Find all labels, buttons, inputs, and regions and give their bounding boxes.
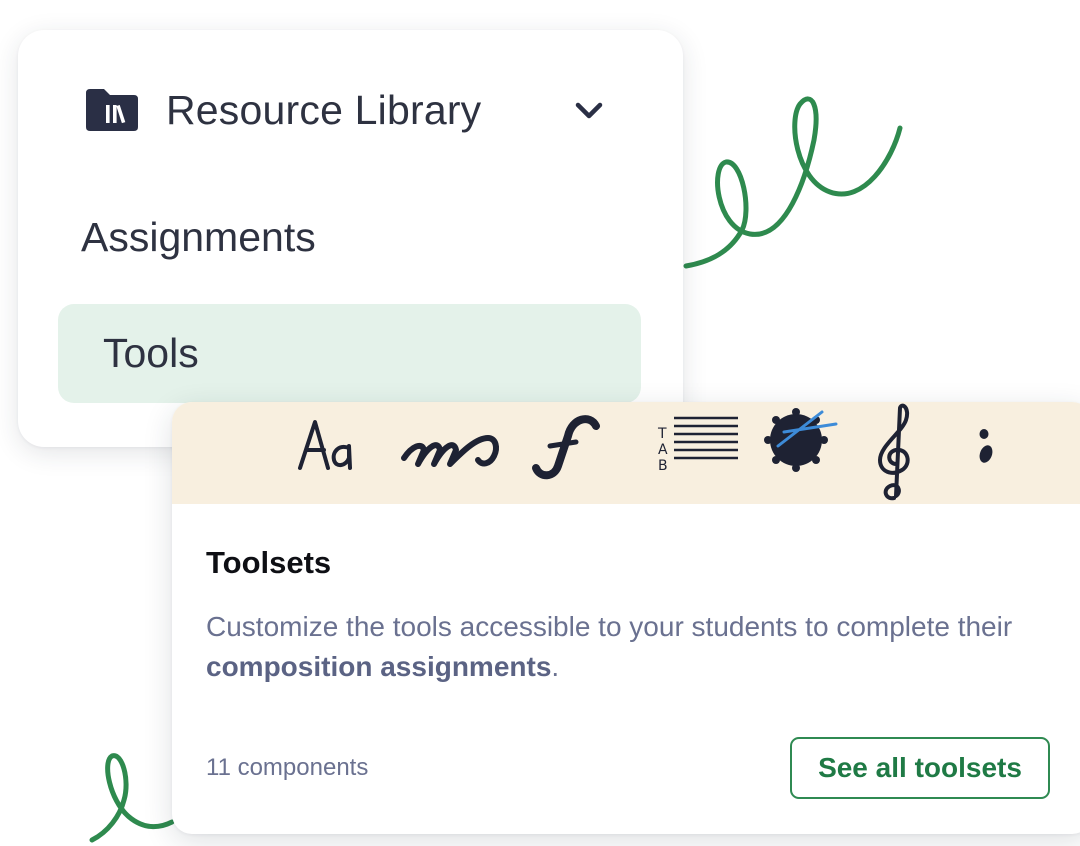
resource-library-label: Resource Library [166, 86, 482, 133]
text-aa-icon [298, 420, 352, 470]
nav-item-assignments[interactable]: Assignments [81, 214, 316, 261]
description-emphasis: composition assignments [206, 651, 552, 682]
toolsets-card: T A B Toolsets Customize the tools acces… [172, 402, 1080, 834]
see-all-toolsets-button[interactable]: See all toolsets [790, 737, 1050, 799]
treble-clef-icon [878, 403, 910, 501]
nav-item-label: Tools [103, 330, 199, 376]
navigation-panel: Resource Library Assignments Tools [18, 30, 683, 447]
svg-text:B: B [658, 458, 668, 474]
toolset-icons-banner: T A B [172, 402, 1080, 504]
toolsets-description: Customize the tools accessible to your s… [206, 607, 1056, 687]
component-count: 11 components [206, 754, 369, 781]
toolsets-title: Toolsets [206, 545, 332, 580]
svg-text:T: T [657, 426, 667, 442]
fermata-dots-icon [979, 429, 993, 463]
drum-icon [764, 408, 838, 472]
folder-library-icon [86, 89, 138, 131]
nav-item-label: Assignments [81, 214, 316, 260]
nav-item-tools[interactable]: Tools [58, 304, 641, 403]
description-end: . [551, 651, 560, 682]
description-text: Customize the tools accessible to your s… [206, 611, 1013, 642]
resource-library-dropdown[interactable]: Resource Library [84, 82, 604, 138]
tab-staff-icon: T A B [657, 416, 738, 474]
chevron-down-icon[interactable] [574, 95, 604, 125]
forte-f-icon [532, 415, 600, 480]
dynamics-mf-icon [401, 435, 499, 467]
svg-text:A: A [658, 442, 668, 458]
